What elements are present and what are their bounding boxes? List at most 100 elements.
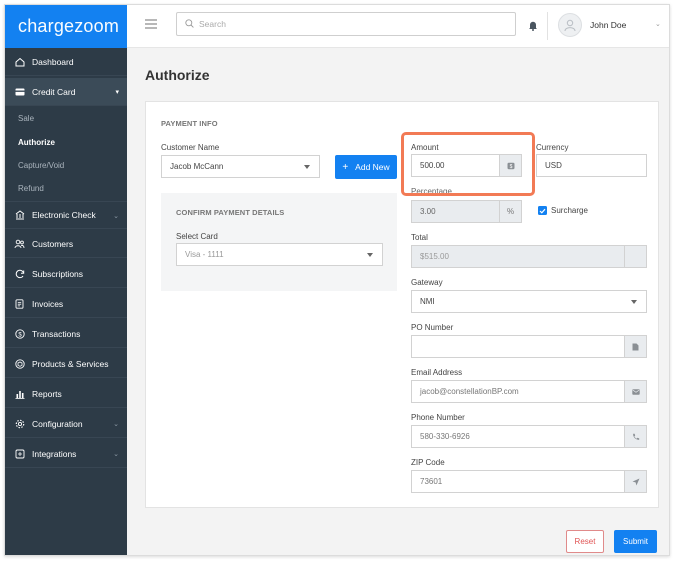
percent-icon: % — [499, 201, 521, 222]
phone-label: Phone Number — [411, 413, 465, 422]
po-number-label: PO Number — [411, 323, 454, 332]
po-number-field[interactable] — [411, 335, 647, 358]
sidebar-item-label: Transactions — [32, 328, 81, 339]
sidebar-item-electronic-check[interactable]: Electronic Check ⌄ — [5, 201, 127, 229]
surcharge-label: Surcharge — [551, 206, 588, 215]
gear-icon — [14, 418, 25, 429]
sidebar-item-invoices[interactable]: Invoices — [5, 290, 127, 318]
total-value: $515.00 — [420, 252, 449, 261]
currency-value: USD — [545, 161, 562, 170]
sidebar-item-label: Electronic Check — [32, 210, 96, 220]
plus-icon: + — [342, 161, 349, 173]
total-addon — [624, 246, 646, 267]
top-bar: John Doe ⌄ — [127, 5, 669, 48]
select-card-value: Visa - 1111 — [185, 250, 224, 259]
phone-field[interactable]: 580-330-6926 — [411, 425, 647, 448]
gateway-label: Gateway — [411, 278, 443, 287]
percentage-field[interactable]: 3.00 % — [411, 200, 522, 223]
zip-value: 73601 — [420, 477, 443, 486]
page-title: Authorize — [145, 67, 210, 83]
file-icon — [624, 336, 646, 357]
dollar-icon: $ — [14, 328, 25, 339]
home-icon — [14, 56, 25, 67]
divider — [547, 12, 548, 40]
total-label: Total — [411, 233, 428, 242]
sidebar-item-label: Customers — [32, 238, 74, 249]
sidebar-item-reports[interactable]: Reports — [5, 380, 127, 408]
sidebar-item-customers[interactable]: Customers — [5, 230, 127, 258]
currency-label: Currency — [536, 143, 569, 152]
bar-chart-icon — [14, 388, 25, 399]
sidebar-item-label: Dashboard — [32, 56, 74, 67]
users-icon — [14, 238, 25, 249]
caret-down-icon — [631, 300, 637, 304]
confirm-payment-heading: CONFIRM PAYMENT DETAILS — [176, 208, 285, 217]
zip-field[interactable]: 73601 — [411, 470, 647, 493]
customer-name-value: Jacob McCann — [170, 162, 224, 171]
box-icon — [14, 358, 25, 369]
add-new-button[interactable]: + Add New — [335, 155, 397, 179]
app-window: chargezoom Dashboard Credit Card ▾ Sale … — [4, 4, 670, 556]
sidebar-item-label: Credit Card — [32, 86, 76, 97]
submit-button[interactable]: Submit — [614, 530, 657, 553]
sidebar-item-label: Reports — [32, 388, 62, 399]
caret-down-icon — [367, 253, 373, 257]
chevron-down-icon[interactable]: ⌄ — [655, 20, 661, 28]
highlight-box — [401, 132, 535, 196]
select-card-dropdown[interactable]: Visa - 1111 — [176, 243, 383, 266]
gateway-select[interactable]: NMI — [411, 290, 647, 313]
document-icon — [14, 298, 25, 309]
sidebar-item-subscriptions[interactable]: Subscriptions — [5, 260, 127, 288]
refresh-icon — [14, 268, 25, 279]
sidebar-item-configuration[interactable]: Configuration ⌄ — [5, 410, 127, 438]
zip-label: ZIP Code — [411, 458, 445, 467]
sidebar-item-label: Products & Services — [32, 358, 109, 369]
credit-card-icon — [14, 86, 25, 97]
phone-value: 580-330-6926 — [420, 432, 470, 441]
select-card-label: Select Card — [176, 232, 218, 241]
email-label: Email Address — [411, 368, 463, 377]
sidebar-item-products-services[interactable]: Products & Services — [5, 350, 127, 378]
search-box[interactable] — [176, 12, 516, 36]
envelope-icon — [624, 381, 646, 402]
sidebar: chargezoom Dashboard Credit Card ▾ Sale … — [5, 5, 127, 555]
caret-down-icon — [304, 165, 310, 169]
integration-icon — [14, 448, 25, 459]
bell-icon[interactable] — [528, 18, 538, 36]
sidebar-subitem-refund[interactable]: Refund — [5, 177, 127, 199]
phone-icon — [624, 426, 646, 447]
caret-down-icon: ▾ — [115, 89, 119, 96]
search-input[interactable] — [199, 19, 499, 29]
avatar[interactable] — [558, 13, 582, 37]
email-value: jacob@constellationBP.com — [420, 387, 519, 396]
sidebar-item-label: Integrations — [32, 448, 77, 459]
add-new-label: Add New — [355, 162, 390, 172]
sidebar-item-label: Configuration — [32, 418, 83, 429]
sidebar-subitem-capture-void[interactable]: Capture/Void — [5, 154, 127, 176]
sidebar-item-transactions[interactable]: $ Transactions — [5, 320, 127, 348]
logo-text: chargezoom — [18, 16, 120, 36]
chevron-down-icon: ⌄ — [113, 451, 119, 458]
total-field: $515.00 — [411, 245, 647, 268]
sidebar-item-label: Subscriptions — [32, 268, 84, 279]
menu-icon[interactable] — [145, 19, 157, 29]
bank-icon — [14, 210, 25, 221]
email-field[interactable]: jacob@constellationBP.com — [411, 380, 647, 403]
logo[interactable]: chargezoom — [5, 5, 127, 48]
customer-name-label: Customer Name — [161, 143, 220, 152]
reset-button[interactable]: Reset — [566, 530, 604, 553]
sidebar-item-credit-card[interactable]: Credit Card ▾ — [5, 78, 127, 106]
location-arrow-icon — [624, 471, 646, 492]
search-icon — [185, 15, 194, 33]
percentage-value: 3.00 — [420, 207, 436, 216]
sidebar-subitem-sale[interactable]: Sale — [5, 107, 127, 129]
customer-name-select[interactable]: Jacob McCann — [161, 155, 320, 178]
sidebar-item-integrations[interactable]: Integrations ⌄ — [5, 440, 127, 468]
sidebar-item-dashboard[interactable]: Dashboard — [5, 48, 127, 76]
currency-field[interactable]: USD — [536, 154, 647, 177]
gateway-value: NMI — [420, 297, 435, 306]
surcharge-checkbox[interactable] — [538, 206, 547, 215]
sidebar-item-label: Invoices — [32, 298, 64, 309]
user-name[interactable]: John Doe — [590, 20, 626, 30]
sidebar-subitem-authorize[interactable]: Authorize — [5, 131, 127, 153]
